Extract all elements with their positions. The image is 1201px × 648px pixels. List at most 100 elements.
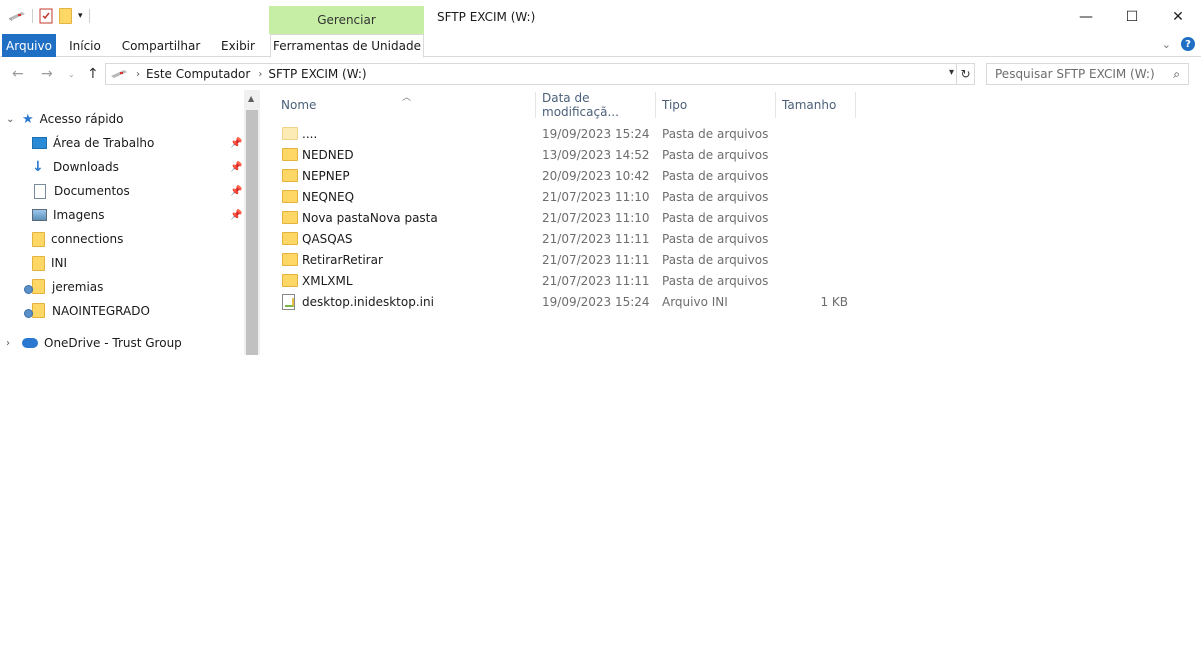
file-size xyxy=(782,249,848,270)
shared-folder-icon xyxy=(24,303,46,319)
file-icon-cell xyxy=(282,249,298,270)
tree-item-images[interactable]: Imagens xyxy=(32,204,104,226)
breadcrumb-current-drive[interactable]: SFTP EXCIM (W:) xyxy=(268,67,366,81)
file-row[interactable]: NEDNED 13/09/2023 14:52 Pasta de arquivos xyxy=(262,144,862,165)
quick-access-toolbar: ▾ xyxy=(8,8,90,24)
navigation-bar: ← → ⌄ ↑ › Este Computador › SFTP EXCIM (… xyxy=(0,60,1201,88)
minimize-button[interactable]: — xyxy=(1063,0,1109,34)
close-button[interactable]: ✕ xyxy=(1155,0,1201,34)
tree-onedrive[interactable]: › OneDrive - Trust Group xyxy=(6,332,182,354)
tree-item-label: Documentos xyxy=(54,184,130,198)
file-date: 20/09/2023 10:42 xyxy=(542,168,650,183)
tree-item-label: Downloads xyxy=(53,160,119,174)
pin-icon[interactable]: 📌 xyxy=(230,162,242,173)
scroll-up-icon[interactable]: ▲ xyxy=(248,94,254,103)
column-divider[interactable] xyxy=(855,92,856,118)
file-name: NEPNEP xyxy=(302,168,350,183)
up-arrow-icon[interactable]: ↑ xyxy=(87,66,99,82)
breadcrumb-chevron-icon[interactable]: › xyxy=(136,69,140,80)
pin-icon[interactable]: 📌 xyxy=(230,186,242,197)
tree-item-desktop[interactable]: Área de Trabalho xyxy=(32,132,154,154)
file-name: NEDNED xyxy=(302,147,354,162)
folder-icon xyxy=(32,231,45,247)
forward-arrow-icon[interactable]: → xyxy=(41,66,53,82)
folder-icon xyxy=(282,148,298,161)
file-row[interactable]: desktop.inidesktop.ini 19/09/2023 15:24 Ar… xyxy=(262,291,862,312)
column-header-name[interactable]: Nome xyxy=(275,90,535,120)
navigation-scrollbar[interactable]: ▲ xyxy=(244,90,260,355)
file-name: Nova pastaNova pasta xyxy=(302,210,438,225)
manage-context-tab[interactable]: Gerenciar xyxy=(269,6,424,34)
search-placeholder: Pesquisar SFTP EXCIM (W:) xyxy=(995,67,1155,81)
expand-chevron-icon[interactable]: ⌄ xyxy=(6,114,16,125)
window-controls: — ☐ ✕ xyxy=(1063,0,1201,34)
navigation-pane: ⌄ ★ Acesso rápido Área de Trabalho 📌 ↓ D… xyxy=(0,90,260,648)
file-type: Pasta de arquivos xyxy=(662,147,769,162)
file-icon-cell xyxy=(282,207,298,228)
file-date: 21/07/2023 11:10 xyxy=(542,189,650,204)
folder-icon xyxy=(282,232,298,245)
file-icon-cell xyxy=(282,228,298,249)
separator xyxy=(32,9,33,23)
file-icon-cell xyxy=(282,165,298,186)
ribbon-controls: ⌄ ? xyxy=(1162,37,1195,51)
download-icon: ↓ xyxy=(32,159,44,175)
scrollbar-thumb[interactable] xyxy=(246,110,258,355)
maximize-button[interactable]: ☐ xyxy=(1109,0,1155,34)
tab-view[interactable]: Exibir xyxy=(212,34,264,57)
tree-item-downloads[interactable]: ↓ Downloads xyxy=(32,156,119,178)
breadcrumb-chevron-icon[interactable]: › xyxy=(258,69,262,80)
column-header-size[interactable]: Tamanho xyxy=(776,90,856,120)
tree-item-connections[interactable]: connections xyxy=(32,228,123,250)
tab-share[interactable]: Compartilhar xyxy=(118,34,204,57)
folder-icon xyxy=(282,127,298,140)
file-row[interactable]: NEQNEQ 21/07/2023 11:10 Pasta de arquivos xyxy=(262,186,862,207)
file-row[interactable]: Nova pastaNova pasta 21/07/2023 11:10 Past… xyxy=(262,207,862,228)
file-size xyxy=(782,165,848,186)
help-icon[interactable]: ? xyxy=(1181,37,1195,51)
back-arrow-icon[interactable]: ← xyxy=(12,66,24,82)
pin-icon[interactable]: 📌 xyxy=(230,138,242,149)
file-row[interactable]: .... 19/09/2023 15:24 Pasta de arquivos xyxy=(262,123,862,144)
tree-item-label: jeremias xyxy=(52,280,104,294)
tree-item-ini[interactable]: INI xyxy=(32,252,67,274)
address-dropdown-icon[interactable]: ▾ xyxy=(949,67,954,78)
drive-icon xyxy=(111,70,127,78)
tab-home[interactable]: Início xyxy=(60,34,110,57)
file-row[interactable]: XMLXML 21/07/2023 11:11 Pasta de arquivos xyxy=(262,270,862,291)
column-header-type[interactable]: Tipo xyxy=(656,90,776,120)
refresh-icon[interactable]: ↻ xyxy=(956,64,974,84)
file-row[interactable]: QASQAS 21/07/2023 11:11 Pasta de arquivos xyxy=(262,228,862,249)
window-title: SFTP EXCIM (W:) xyxy=(437,10,536,24)
new-folder-icon[interactable] xyxy=(59,8,72,24)
file-row[interactable]: NEPNEP 20/09/2023 10:42 Pasta de arquivos xyxy=(262,165,862,186)
file-name: RetirarRetirar xyxy=(302,252,383,267)
expand-chevron-icon[interactable]: › xyxy=(6,338,16,349)
folder-icon xyxy=(282,190,298,203)
file-name: NEQNEQ xyxy=(302,189,355,204)
file-icon-cell xyxy=(282,291,295,312)
tree-item-label: INI xyxy=(51,256,68,270)
tab-drive-tools[interactable]: Ferramentas de Unidade xyxy=(270,34,424,58)
tree-item-naointegrado[interactable]: NAOINTEGRADO xyxy=(24,300,150,322)
folder-icon xyxy=(282,169,298,182)
tree-quick-access[interactable]: ⌄ ★ Acesso rápido xyxy=(6,108,124,130)
customize-toolbar-icon[interactable]: ▾ xyxy=(78,11,83,21)
tab-file[interactable]: Arquivo xyxy=(2,34,56,57)
search-input[interactable]: Pesquisar SFTP EXCIM (W:) ⌕ xyxy=(986,63,1189,85)
ribbon-tabs: Arquivo Início Compartilhar Exibir Ferra… xyxy=(0,34,1201,58)
ini-file-icon xyxy=(282,293,295,310)
breadcrumb-this-pc[interactable]: Este Computador xyxy=(146,67,250,81)
tree-item-documents[interactable]: Documentos xyxy=(32,180,130,202)
expand-ribbon-icon[interactable]: ⌄ xyxy=(1162,38,1171,51)
column-header-date[interactable]: Data de modificaçã... xyxy=(536,90,656,120)
file-type: Arquivo INI xyxy=(662,294,728,309)
file-name: XMLXML xyxy=(302,273,353,288)
file-row[interactable]: RetirarRetirar 21/07/2023 11:11 Pasta de a… xyxy=(262,249,862,270)
pin-icon[interactable]: 📌 xyxy=(230,210,242,221)
folder-icon xyxy=(32,255,45,271)
recent-locations-icon[interactable]: ⌄ xyxy=(68,70,75,79)
tree-item-jeremias[interactable]: jeremias xyxy=(24,276,103,298)
address-bar[interactable]: › Este Computador › SFTP EXCIM (W:) ▾ ↻ xyxy=(105,63,975,85)
properties-icon[interactable] xyxy=(39,8,53,24)
